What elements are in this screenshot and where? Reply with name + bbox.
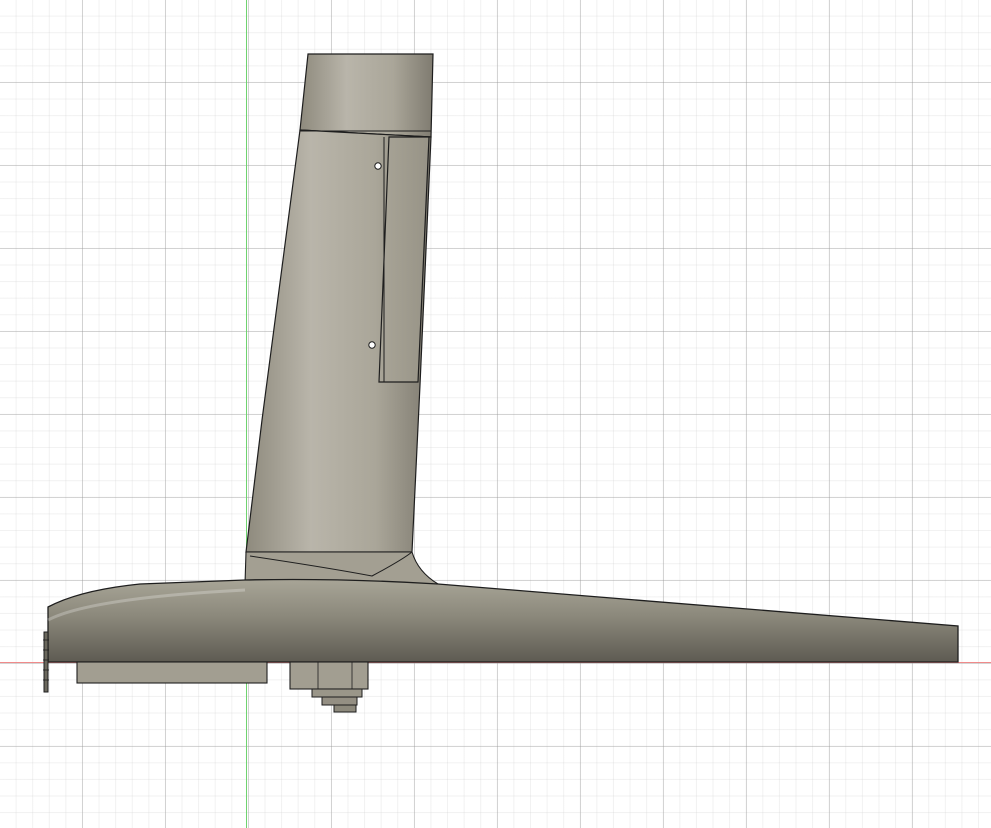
- mast-tip[interactable]: [299, 53, 434, 138]
- 3d-model[interactable]: [0, 0, 991, 828]
- cad-viewport[interactable]: [0, 0, 991, 828]
- board-body[interactable]: [47, 578, 959, 663]
- screw-hole-bottom-icon[interactable]: [368, 341, 376, 349]
- nose-plate[interactable]: [43, 631, 49, 693]
- mast[interactable]: [245, 53, 434, 553]
- underside-bracket[interactable]: [289, 661, 369, 713]
- screw-hole-top-icon[interactable]: [374, 162, 382, 170]
- underside-tray[interactable]: [76, 661, 268, 684]
